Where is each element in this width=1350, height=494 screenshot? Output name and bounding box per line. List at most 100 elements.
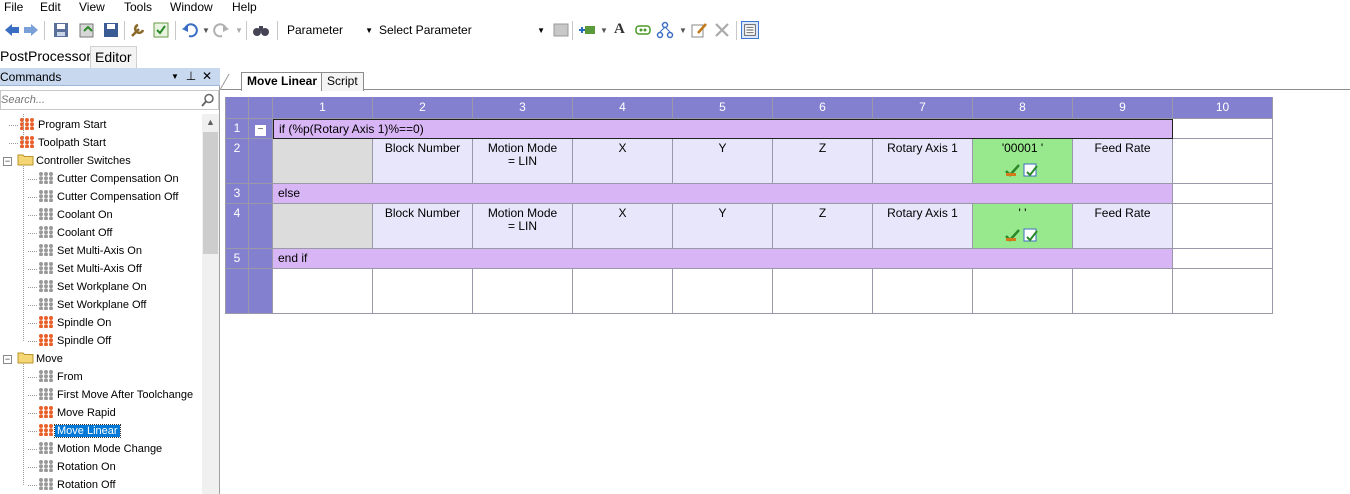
menu-window[interactable]: Window	[170, 0, 213, 14]
menu-edit[interactable]: Edit	[40, 0, 61, 14]
grid-cell[interactable]	[1173, 249, 1273, 269]
row-number[interactable]: 3	[225, 184, 249, 204]
tab-editor[interactable]: Editor	[90, 46, 137, 68]
tree-item[interactable]: Move Linear	[38, 422, 121, 440]
tree-item[interactable]: Set Workplane On	[38, 278, 149, 296]
row-number[interactable]: 5	[225, 249, 249, 269]
column-header[interactable]: 10	[1173, 97, 1273, 119]
tree-item[interactable]: Move	[17, 350, 65, 368]
column-header[interactable]: 2	[373, 97, 473, 119]
column-header[interactable]: 9	[1073, 97, 1173, 119]
undo-dropdown-icon[interactable]: ▼	[202, 26, 210, 35]
column-header[interactable]: 1	[273, 97, 373, 119]
grid-cell[interactable]	[473, 269, 573, 314]
parameter-cell[interactable]: Feed Rate	[1073, 139, 1173, 184]
tree-item[interactable]: Set Multi-Axis Off	[38, 260, 144, 278]
tree-scrollbar[interactable]: ▲	[202, 114, 219, 494]
tab-postprocessor[interactable]: PostProcessor	[0, 46, 95, 68]
collapse-icon[interactable]: −	[3, 355, 12, 364]
grid-cell[interactable]	[273, 269, 373, 314]
row-toggle[interactable]	[249, 269, 273, 314]
grid-cell[interactable]	[273, 139, 373, 184]
check-edit-icon[interactable]	[1005, 228, 1021, 242]
row-number[interactable]: 2	[225, 139, 249, 184]
parameter-cell[interactable]: Y	[673, 139, 773, 184]
tree-item[interactable]: Move Rapid	[38, 404, 118, 422]
parameter-cell[interactable]: Block Number	[373, 204, 473, 249]
tree-item[interactable]: Program Start	[19, 116, 108, 134]
tree-item[interactable]: Rotation Off	[38, 476, 118, 494]
delete-x-icon[interactable]	[713, 21, 731, 39]
tree-item[interactable]: Motion Mode Change	[38, 440, 164, 458]
save-icon[interactable]	[52, 21, 70, 39]
tree-item[interactable]: Spindle Off	[38, 332, 113, 350]
format-edit-icon[interactable]	[1023, 228, 1039, 242]
grid-cell[interactable]	[1173, 139, 1273, 184]
hierarchy-dropdown-icon[interactable]: ▼	[679, 26, 687, 35]
tree-item[interactable]: Set Multi-Axis On	[38, 242, 144, 260]
parameter-cell[interactable]: Rotary Axis 1	[873, 204, 973, 249]
grid-cell[interactable]	[673, 269, 773, 314]
tree-item[interactable]: Cutter Compensation On	[38, 170, 181, 188]
grid-cell[interactable]	[573, 269, 673, 314]
rotary-format-cell[interactable]: ' '	[973, 204, 1073, 249]
scroll-up-icon[interactable]: ▲	[202, 114, 219, 131]
scrollbar-thumb[interactable]	[203, 132, 218, 254]
insert-block-icon[interactable]	[552, 21, 570, 39]
parameter-cell[interactable]: X	[573, 204, 673, 249]
grid-cell[interactable]	[1073, 269, 1173, 314]
condition-else[interactable]: else	[273, 184, 1173, 204]
row-number[interactable]: 1	[225, 119, 249, 139]
forward-arrow-icon[interactable]	[22, 21, 40, 39]
parameter-cell[interactable]: X	[573, 139, 673, 184]
wrench-icon[interactable]	[129, 21, 147, 39]
edit-pencil-icon[interactable]	[690, 21, 708, 39]
select-parameter-combo[interactable]: Select Parameter ▼	[379, 21, 547, 40]
binoculars-icon[interactable]	[252, 21, 270, 39]
grid-cell[interactable]	[1173, 119, 1273, 139]
panel-dropdown-icon[interactable]: ▼	[168, 72, 182, 81]
condition-end-if[interactable]: end if	[273, 249, 1173, 269]
parameter-cell[interactable]: Rotary Axis 1	[873, 139, 973, 184]
row-number[interactable]: 4	[225, 204, 249, 249]
grid-cell[interactable]	[1173, 184, 1273, 204]
row-toggle[interactable]	[249, 249, 273, 269]
column-header[interactable]: 6	[773, 97, 873, 119]
tree-item[interactable]: Set Workplane Off	[38, 296, 148, 314]
grid-cell[interactable]	[1173, 269, 1273, 314]
row-toggle[interactable]	[249, 139, 273, 184]
close-icon[interactable]: ✕	[200, 69, 214, 83]
grid-cell[interactable]	[1173, 204, 1273, 249]
text-icon[interactable]: A	[614, 21, 625, 38]
parameter-combo[interactable]: Parameter ▼	[287, 21, 375, 40]
column-header[interactable]: 3	[473, 97, 573, 119]
tree-item[interactable]: Toolpath Start	[19, 134, 108, 152]
tree-item[interactable]: First Move After Toolchange	[38, 386, 195, 404]
collapse-icon[interactable]: −	[255, 125, 266, 136]
condition-if[interactable]: if (%p(Rotary Axis 1)%==0)	[273, 119, 1173, 139]
parameter-cell[interactable]: Motion Mode = LIN	[473, 204, 573, 249]
grid-cell[interactable]	[373, 269, 473, 314]
row-toggle[interactable]	[249, 204, 273, 249]
variable-icon[interactable]	[634, 21, 652, 39]
row-toggle[interactable]	[249, 184, 273, 204]
add-parameter-icon[interactable]	[578, 21, 596, 39]
verify-icon[interactable]	[152, 21, 170, 39]
tree-item[interactable]: Cutter Compensation Off	[38, 188, 180, 206]
grid-cell[interactable]	[773, 269, 873, 314]
search-input[interactable]	[1, 92, 197, 108]
back-arrow-icon[interactable]	[3, 21, 21, 39]
redo-dropdown-icon[interactable]: ▼	[235, 26, 243, 35]
tree-item[interactable]: Spindle On	[38, 314, 113, 332]
search-icon[interactable]	[201, 93, 215, 107]
grid-cell[interactable]	[873, 269, 973, 314]
parameter-cell[interactable]: Motion Mode = LIN	[473, 139, 573, 184]
format-edit-icon[interactable]	[1023, 163, 1039, 177]
column-header[interactable]: 8	[973, 97, 1073, 119]
parameter-cell[interactable]: Block Number	[373, 139, 473, 184]
undo-icon[interactable]	[181, 21, 199, 39]
tree-item[interactable]: Coolant Off	[38, 224, 114, 242]
parameter-cell[interactable]: Z	[773, 204, 873, 249]
check-edit-icon[interactable]	[1005, 163, 1021, 177]
tree-item[interactable]: Coolant On	[38, 206, 115, 224]
